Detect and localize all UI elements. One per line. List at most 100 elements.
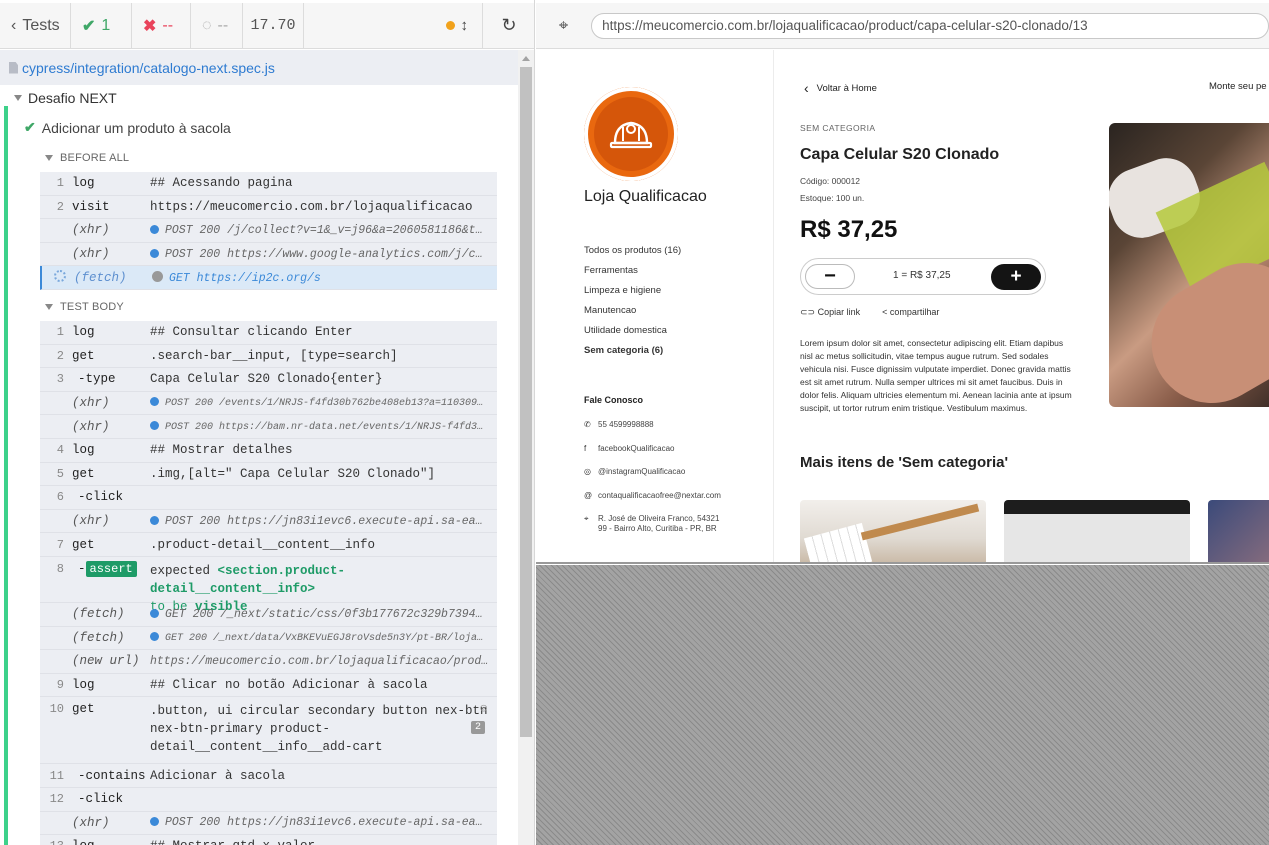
hook-before-all[interactable]: BEFORE ALL [45, 152, 129, 164]
command-row[interactable]: 5 get .img,[alt=" Capa Celular S20 Clonado… [40, 463, 497, 487]
back-home-link[interactable]: ‹ Voltar à Home [804, 80, 877, 96]
command-number: 12 [49, 792, 64, 807]
command-row[interactable]: 13log## Mostrar qtd x valor [40, 835, 497, 845]
related-product-card[interactable] [1208, 500, 1269, 562]
category-link[interactable]: Limpeza e higiene [584, 285, 681, 305]
category-link[interactable]: Todos os produtos (16) [584, 245, 681, 265]
location-icon: ⌖ [584, 514, 589, 523]
command-row[interactable]: 9 log ## Clicar no botão Adicionar à sacol… [40, 674, 497, 698]
command-name: -contains [78, 768, 146, 783]
pending-count[interactable]: ◌ -- [191, 2, 243, 49]
command-message-text: POST 200 https://jn83i1evc6.execute-api.… [165, 816, 497, 830]
circle-notch-icon: ◌ [202, 16, 212, 34]
reporter-header: ‹ Tests ✔ 1 ✖ -- ◌ -- 17.70 ↕ ↻ [0, 2, 534, 49]
request-status-dot-icon [150, 420, 159, 430]
command-event-row[interactable]: (fetch) GET 200 /_next/data/VxBKEVuEGJ8ro… [40, 627, 497, 651]
command-event-row[interactable]: (xhr) POST 200 https://www.google-analyti… [40, 243, 497, 267]
command-row[interactable]: 2 visit https://meucomercio.com.br/lojaqua… [40, 196, 497, 220]
command-row[interactable]: 7 get .product-detail__content__info [40, 533, 497, 557]
command-event-row[interactable]: (new url) https://meucomercio.com.br/loja… [40, 650, 497, 674]
email-icon: @ [584, 490, 593, 500]
product-stock: Estoque: 100 un. [800, 193, 865, 203]
command-message: ## Clicar no botão Adicionar à sacola [150, 678, 497, 692]
command-event-row[interactable]: (xhr) POST 200 /j/collect?v=1&_v=j96&a=20… [40, 219, 497, 243]
command-message: GET 200 /_next/data/VxBKEVuEGJ8roVsde5n3… [150, 631, 497, 644]
command-event-row[interactable]: (xhr) POST 200 https://jn83i1evc6.execute… [40, 812, 497, 836]
command-row[interactable]: 4 log ## Mostrar detalhes [40, 439, 497, 463]
command-row[interactable]: 3 -type Capa Celular S20 Clonado{enter} [40, 368, 497, 392]
share-label: compartilhar [889, 307, 940, 317]
request-status-dot-icon [150, 515, 159, 525]
command-name: (xhr) [72, 419, 110, 434]
command-number: 2 [56, 199, 64, 214]
command-message: https://meucomercio.com.br/lojaqualifica… [150, 655, 497, 668]
command-event-row[interactable]: (fetch) GET 200 /_next/static/css/0f3b177… [40, 603, 497, 627]
command-event-row[interactable]: (xhr) POST 200 /events/1/NRJS-f4fd30b762b… [40, 392, 497, 416]
scroll-up-arrow-icon[interactable] [522, 56, 530, 61]
decrease-qty-button[interactable]: − [805, 264, 855, 289]
failed-value: -- [162, 16, 174, 34]
command-message-text: Capa Celular S20 Clonado{enter} [150, 372, 383, 387]
command-message-text: https://meucomercio.com.br/lojaqualifica… [150, 654, 497, 668]
contact-item[interactable]: ◎ @instagramQualificacao [584, 467, 721, 491]
back-to-tests-button[interactable]: ‹ Tests [0, 2, 71, 49]
category-link[interactable]: Sem categoria (6) [584, 345, 681, 365]
scrollbar-thumb[interactable] [520, 67, 532, 737]
command-row[interactable]: 1 log ## Consultar clicando Enter [40, 321, 497, 345]
command-row[interactable]: 6 -click [40, 486, 497, 510]
command-name: log [72, 176, 95, 191]
caret-down-icon [45, 304, 53, 310]
command-row[interactable]: 12 -click [40, 788, 497, 812]
command-row[interactable]: 1 log ## Acessando pagina [40, 172, 497, 196]
chevron-left-icon: ‹ [804, 80, 809, 96]
contact-item[interactable]: ✆ 55 4599998888 [584, 420, 721, 444]
contact-item[interactable]: ⌖ R. José de Oliveira Franco, 54321 99 - B… [584, 514, 721, 538]
element-count-badge: 2 [470, 721, 485, 735]
store-logo[interactable] [584, 87, 678, 181]
passed-count[interactable]: ✔ 1 [71, 2, 132, 49]
contact-list: ✆ 55 4599998888 f facebookQualificacao ◎ @ins… [584, 420, 721, 538]
test-title[interactable]: ✔ Adicionar um produto à sacola [24, 119, 231, 136]
reload-button[interactable]: ↻ [483, 3, 534, 49]
command-event-row[interactable]: (xhr) POST 200 https://jn83i1evc6.execute… [40, 510, 497, 534]
hook-test-body[interactable]: TEST BODY [45, 301, 124, 313]
command-event-row[interactable]: (fetch) GET https://ip2c.org/s [40, 266, 497, 290]
command-message: POST 200 https://www.google-analytics.co… [150, 248, 497, 261]
command-row[interactable]: 11 -contains Adicionar à sacola [40, 764, 497, 788]
related-product-card[interactable] [800, 500, 986, 562]
copy-link-button[interactable]: ⊂⊃ Copiar link [800, 307, 860, 318]
contact-item[interactable]: @ contaqualificacaofree@nextar.com [584, 491, 721, 515]
command-message: ## Mostrar detalhes [150, 443, 497, 457]
category-link[interactable]: Utilidade domestica [584, 325, 681, 345]
command-row[interactable]: 10 get .button, ui circular secondary butt… [40, 697, 497, 765]
suite-label: Desafio NEXT [28, 90, 117, 106]
back-home-label: Voltar à Home [816, 82, 877, 94]
before-all-commands: 1 log ## Acessando pagina 2 visit https://meu… [40, 172, 497, 290]
auto-scroll-toggle[interactable]: ↕ [304, 2, 483, 49]
command-name: -click [78, 490, 124, 505]
failed-count[interactable]: ✖ -- [132, 2, 191, 49]
command-number: 1 [56, 325, 64, 340]
command-row[interactable]: 2 get .search-bar__input, [type=search] [40, 345, 497, 369]
command-name: log [72, 839, 150, 845]
selector-playground-button[interactable]: ⌖ [536, 16, 591, 36]
category-link[interactable]: Ferramentas [584, 265, 681, 285]
contact-text-wrap: 55 4599998888 [598, 420, 654, 444]
caret-down-icon [45, 155, 53, 161]
command-row[interactable]: 8- assert expected <section.product-detail… [40, 557, 497, 614]
add-to-cart-button[interactable]: + [991, 264, 1041, 290]
monte-link[interactable]: Monte seu pe [1209, 81, 1267, 92]
command-name: (xhr) [72, 396, 110, 411]
command-message: ## Mostrar qtd x valor [150, 839, 497, 845]
share-button[interactable]: < compartilhar [882, 307, 939, 318]
product-image[interactable] [1109, 123, 1269, 407]
related-product-card[interactable] [1004, 500, 1190, 562]
suite-title[interactable]: Desafio NEXT [14, 90, 117, 106]
spec-path-link[interactable]: cypress/integration/catalogo-next.spec.j… [22, 60, 275, 76]
command-event-row[interactable]: (xhr) POST 200 https://bam.nr-data.net/ev… [40, 415, 497, 439]
url-field[interactable]: https://meucomercio.com.br/lojaqualifica… [591, 12, 1269, 39]
contact-item[interactable]: f facebookQualificacao [584, 444, 721, 468]
command-message: Adicionar à sacola [150, 769, 497, 783]
hook-label: TEST BODY [60, 301, 124, 313]
category-link[interactable]: Manutencao [584, 305, 681, 325]
